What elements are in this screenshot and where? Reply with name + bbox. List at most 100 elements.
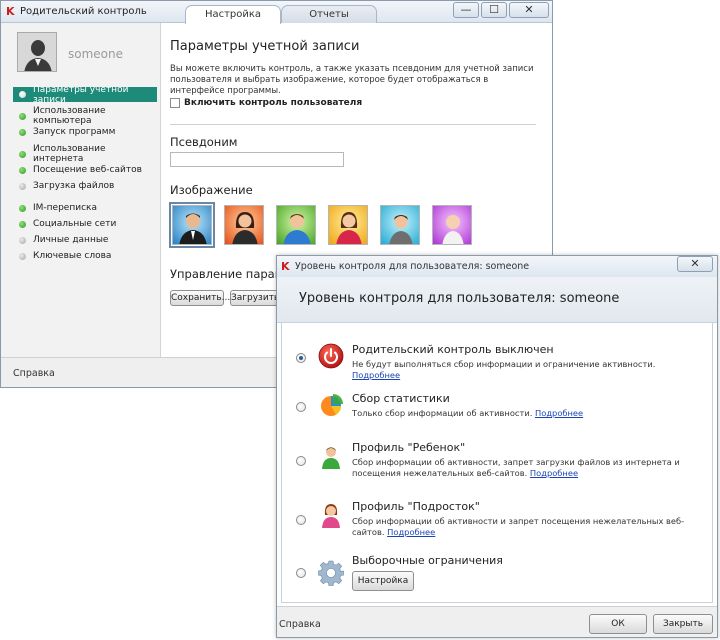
- sidebar-item-im[interactable]: IM-переписка: [13, 200, 157, 216]
- more-link[interactable]: Подробнее: [387, 527, 435, 537]
- option-title: Родительский контроль выключен: [352, 343, 554, 356]
- minimize-button[interactable]: —: [453, 2, 479, 18]
- avatar-option-woman[interactable]: [224, 205, 264, 245]
- alias-heading: Псевдоним: [170, 135, 238, 149]
- maximize-button[interactable]: ☐: [481, 2, 507, 18]
- dialog-footer: Справка ОК Закрыть: [277, 606, 717, 637]
- avatar-picker: [169, 202, 484, 248]
- status-dot-icon: [19, 150, 26, 158]
- close-button[interactable]: ✕: [509, 2, 549, 18]
- sidebar-item-label: Личные данные: [33, 235, 109, 245]
- status-dot-icon: [19, 128, 26, 136]
- radio-child-profile[interactable]: [296, 456, 306, 466]
- enable-control-checkbox-row[interactable]: Включить контроль пользователя: [170, 98, 362, 108]
- dialog-header: Уровень контроля для пользователя: someo…: [277, 277, 717, 323]
- sidebar-item-account-settings[interactable]: Параметры учетной записи: [13, 85, 157, 105]
- status-dot-icon: [19, 204, 26, 212]
- sidebar-item-label: IM-переписка: [33, 203, 97, 213]
- sidebar-item-label: Запуск программ: [33, 127, 116, 137]
- close-dialog-button[interactable]: Закрыть: [653, 614, 713, 634]
- more-link[interactable]: Подробнее: [535, 408, 583, 418]
- radio-control-off[interactable]: [296, 353, 306, 363]
- image-heading: Изображение: [170, 183, 253, 197]
- sidebar-item-label: Загрузка файлов: [33, 181, 115, 191]
- dialog-help-link[interactable]: Справка: [279, 619, 321, 630]
- sidebar-item-label: Ключевые слова: [33, 251, 112, 261]
- sidebar-item-label: Социальные сети: [33, 219, 117, 229]
- dialog-header-title: Уровень контроля для пользователя: someo…: [299, 291, 620, 306]
- option-description-text: Только сбор информации об активности.: [352, 408, 533, 418]
- dialog-window-title: Уровень контроля для пользователя: someo…: [295, 261, 530, 272]
- more-link[interactable]: Подробнее: [530, 468, 578, 478]
- man-avatar-icon: [173, 206, 211, 244]
- sidebar-item-label: Посещение веб-сайтов: [33, 165, 142, 175]
- dialog-titlebar[interactable]: K Уровень контроля для пользователя: som…: [277, 256, 717, 277]
- page-description: Вы можете включить контроль, а также ука…: [170, 64, 534, 96]
- option-description: Сбор информации об активности, запрет за…: [352, 457, 692, 479]
- avatar-option-baby[interactable]: [432, 205, 472, 245]
- radio-custom-restrictions[interactable]: [296, 568, 306, 578]
- pie-chart-icon: [321, 394, 343, 416]
- tab-reports[interactable]: Отчеты: [281, 5, 377, 23]
- sidebar-item-social-networks[interactable]: Социальные сети: [13, 216, 157, 232]
- sidebar-item-app-launch[interactable]: Запуск программ: [13, 124, 157, 140]
- sidebar-item-computer-usage[interactable]: Использование компьютера: [13, 106, 157, 126]
- status-dot-icon: [19, 236, 26, 244]
- more-link[interactable]: Подробнее: [352, 370, 400, 380]
- baby-avatar-icon: [433, 206, 471, 244]
- sidebar-item-label: Использование интернета: [33, 144, 106, 164]
- sidebar-nav: Параметры учетной записи Использование к…: [13, 85, 157, 264]
- teen-avatar-icon: [381, 206, 419, 244]
- status-dot-icon: [19, 112, 26, 120]
- radio-statistics[interactable]: [296, 402, 306, 412]
- enable-control-checkbox[interactable]: [170, 98, 180, 108]
- enable-control-label[interactable]: Включить контроль пользователя: [184, 98, 362, 108]
- sidebar-item-personal-data[interactable]: Личные данные: [13, 232, 157, 248]
- option-title: Сбор статистики: [352, 392, 450, 405]
- load-settings-button[interactable]: Загрузить...: [230, 290, 288, 306]
- control-level-options: Родительский контроль выключен Не будут …: [281, 323, 713, 603]
- avatar-option-teen[interactable]: [380, 205, 420, 245]
- help-link[interactable]: Справка: [13, 368, 55, 379]
- option-title: Выборочные ограничения: [352, 554, 503, 567]
- option-description: Сбор информации об активности и запрет п…: [352, 516, 692, 538]
- status-dot-icon: [19, 166, 26, 174]
- radio-teen-profile[interactable]: [296, 515, 306, 525]
- user-silhouette-icon: [18, 33, 56, 71]
- option-description-text: Не будут выполняться сбор информации и о…: [352, 359, 656, 369]
- status-dot-icon: [19, 182, 26, 190]
- status-dot-icon: [19, 91, 26, 98]
- user-avatar[interactable]: [17, 32, 57, 72]
- status-dot-icon: [19, 220, 26, 228]
- option-description: Не будут выполняться сбор информации и о…: [352, 359, 692, 381]
- option-title: Профиль "Ребенок": [352, 441, 466, 454]
- save-settings-button[interactable]: Сохранить...: [170, 290, 230, 306]
- power-icon: [318, 343, 344, 369]
- tab-settings[interactable]: Настройка: [185, 5, 281, 24]
- main-titlebar[interactable]: K Родительский контроль Настройка Отчеты…: [1, 1, 552, 24]
- sidebar-item-websites[interactable]: Посещение веб-сайтов: [13, 162, 157, 178]
- ok-button[interactable]: ОК: [589, 614, 647, 634]
- avatar-option-girl[interactable]: [328, 205, 368, 245]
- kaspersky-logo-icon: K: [281, 260, 290, 273]
- divider: [170, 124, 536, 125]
- configure-button[interactable]: Настройка: [352, 571, 414, 591]
- alias-input[interactable]: [170, 152, 344, 167]
- control-level-dialog: K Уровень контроля для пользователя: som…: [276, 255, 718, 638]
- user-name: someone: [68, 47, 123, 61]
- sidebar-item-internet-usage[interactable]: Использование интернета: [13, 144, 157, 164]
- main-window-title: Родительский контроль: [20, 6, 147, 17]
- teen-profile-icon: [322, 504, 340, 528]
- avatar-option-man[interactable]: [169, 202, 215, 248]
- sidebar-item-downloads[interactable]: Загрузка файлов: [13, 178, 157, 194]
- sidebar-item-label: Использование компьютера: [33, 106, 106, 126]
- woman-avatar-icon: [225, 206, 263, 244]
- dialog-close-button[interactable]: ✕: [677, 256, 713, 272]
- sidebar-item-keywords[interactable]: Ключевые слова: [13, 248, 157, 264]
- gear-icon: [318, 560, 344, 586]
- sidebar: someone Параметры учетной записи Использ…: [1, 23, 161, 357]
- avatar-option-boy[interactable]: [276, 205, 316, 245]
- option-description-text: Сбор информации об активности, запрет за…: [352, 457, 680, 478]
- option-description: Только сбор информации об активности. По…: [352, 408, 692, 419]
- status-dot-icon: [19, 252, 26, 260]
